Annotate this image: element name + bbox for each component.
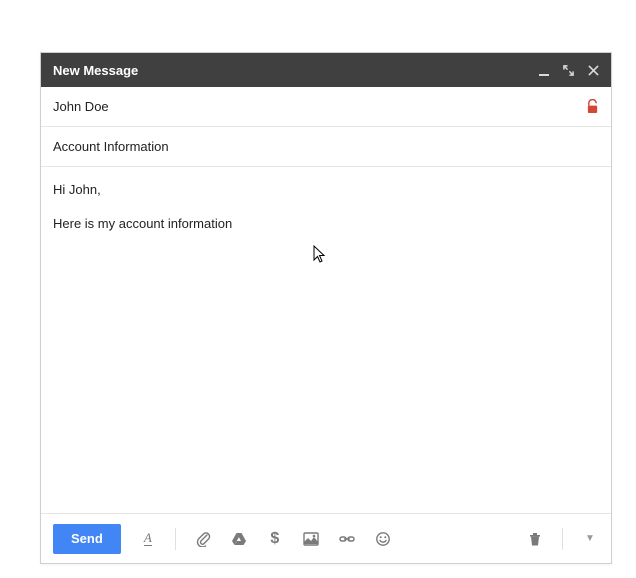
send-button[interactable]: Send bbox=[53, 524, 121, 554]
minimize-icon[interactable] bbox=[539, 61, 549, 79]
divider bbox=[175, 528, 176, 550]
message-body[interactable]: Hi John, Here is my account information bbox=[41, 167, 611, 513]
drive-icon[interactable] bbox=[230, 530, 248, 548]
body-line: Hi John, bbox=[53, 181, 599, 199]
close-icon[interactable] bbox=[588, 65, 599, 76]
compose-toolbar: Send A $ ▼ bbox=[41, 513, 611, 563]
more-options-icon[interactable]: ▼ bbox=[581, 530, 599, 548]
mouse-cursor-icon bbox=[313, 245, 327, 265]
titlebar[interactable]: New Message bbox=[41, 53, 611, 87]
divider bbox=[562, 528, 563, 550]
emoji-icon[interactable] bbox=[374, 530, 392, 548]
expand-icon[interactable] bbox=[563, 65, 574, 76]
titlebar-controls bbox=[539, 61, 599, 79]
lock-open-icon[interactable] bbox=[585, 99, 599, 115]
body-line: Here is my account information bbox=[53, 215, 599, 233]
compose-window: New Message John Doe Account Information… bbox=[40, 52, 612, 564]
trash-icon[interactable] bbox=[526, 530, 544, 548]
insert-photo-icon[interactable] bbox=[302, 530, 320, 548]
to-field[interactable]: John Doe bbox=[53, 99, 585, 114]
formatting-icon[interactable]: A bbox=[139, 530, 157, 548]
insert-link-icon[interactable] bbox=[338, 530, 356, 548]
subject-field-row[interactable]: Account Information bbox=[41, 127, 611, 167]
window-title: New Message bbox=[53, 63, 539, 78]
subject-field[interactable]: Account Information bbox=[53, 139, 599, 154]
money-icon[interactable]: $ bbox=[266, 530, 284, 548]
to-field-row[interactable]: John Doe bbox=[41, 87, 611, 127]
attach-icon[interactable] bbox=[194, 530, 212, 548]
